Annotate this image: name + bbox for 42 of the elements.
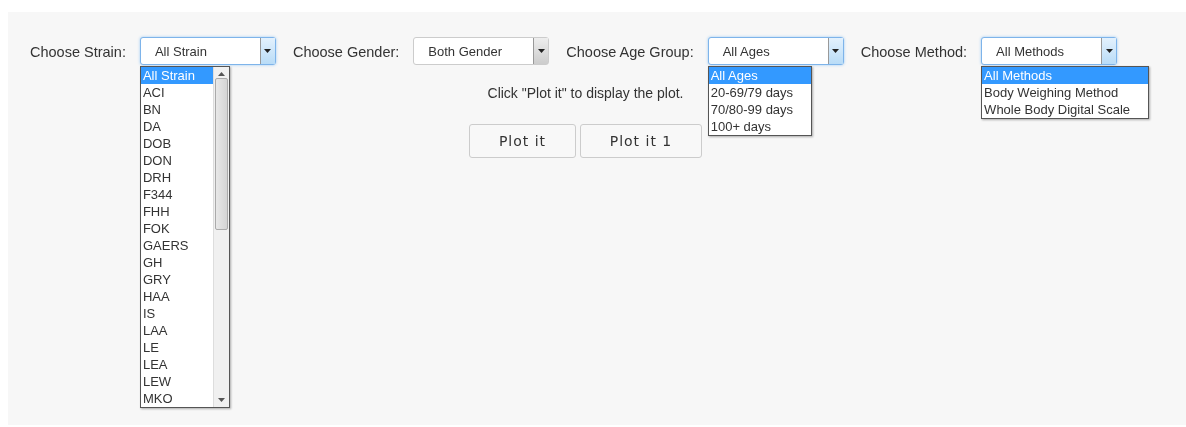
scroll-up-icon[interactable] <box>217 72 225 76</box>
dropdown[interactable]: All Ages <box>707 37 844 65</box>
dropdown-option[interactable]: GRY <box>140 271 213 288</box>
dropdown[interactable]: All Strain <box>139 37 276 65</box>
caret-icon <box>1105 49 1113 53</box>
dropdown-option[interactable]: GAERS <box>140 237 213 254</box>
dropdown[interactable]: Both Gender <box>413 37 550 65</box>
dropdown-option[interactable]: Whole Body Digital Scale <box>982 101 1149 118</box>
dropdown-option[interactable]: LE <box>140 339 213 356</box>
instruction-text: Click "Plot it" to display the plot. <box>487 85 684 101</box>
caret-icon <box>537 49 545 53</box>
dropdown-option[interactable]: DA <box>140 118 213 135</box>
dropdown-option[interactable]: LEW <box>140 373 213 390</box>
filter-label: Choose Age Group: <box>566 43 694 60</box>
dropdown-option[interactable]: LEA <box>140 356 213 373</box>
dropdown-option[interactable]: IS <box>140 305 213 322</box>
scrollbar[interactable] <box>212 67 229 407</box>
dropdown-option[interactable]: Body Weighing Method <box>982 84 1149 101</box>
filter-label: Choose Method: <box>860 43 968 60</box>
dropdown-option[interactable]: 20-69/79 days <box>708 84 812 101</box>
dropdown-option[interactable]: DOB <box>140 135 213 152</box>
plot-button[interactable]: Plot it <box>469 124 576 158</box>
scroll-down-icon[interactable] <box>217 398 225 402</box>
dropdown-option[interactable]: GH <box>140 254 213 271</box>
dropdown-option[interactable]: FHH <box>140 203 213 220</box>
filter-label: Choose Strain: <box>30 43 126 60</box>
dropdown-option[interactable]: 100+ days <box>708 118 812 135</box>
plot-button[interactable]: Plot it 1 <box>580 124 702 158</box>
filter-label: Choose Gender: <box>292 43 400 60</box>
dropdown-option[interactable]: FOK <box>140 220 213 237</box>
dropdown-option[interactable]: F344 <box>140 186 213 203</box>
dropdown-option[interactable]: HAA <box>140 288 213 305</box>
dropdown-option[interactable]: BN <box>140 101 213 118</box>
caret-icon <box>264 49 272 53</box>
dropdown-option[interactable]: ACI <box>140 84 213 101</box>
dropdown-option[interactable]: DON <box>140 152 213 169</box>
dropdown-option[interactable]: 70/80-99 days <box>708 101 812 118</box>
dropdown-option[interactable]: MKO <box>140 390 213 407</box>
dropdown-option[interactable]: LAA <box>140 322 213 339</box>
dropdown[interactable]: All Methods <box>981 37 1118 65</box>
dropdown-option[interactable]: DRH <box>140 169 213 186</box>
caret-icon <box>832 49 840 53</box>
